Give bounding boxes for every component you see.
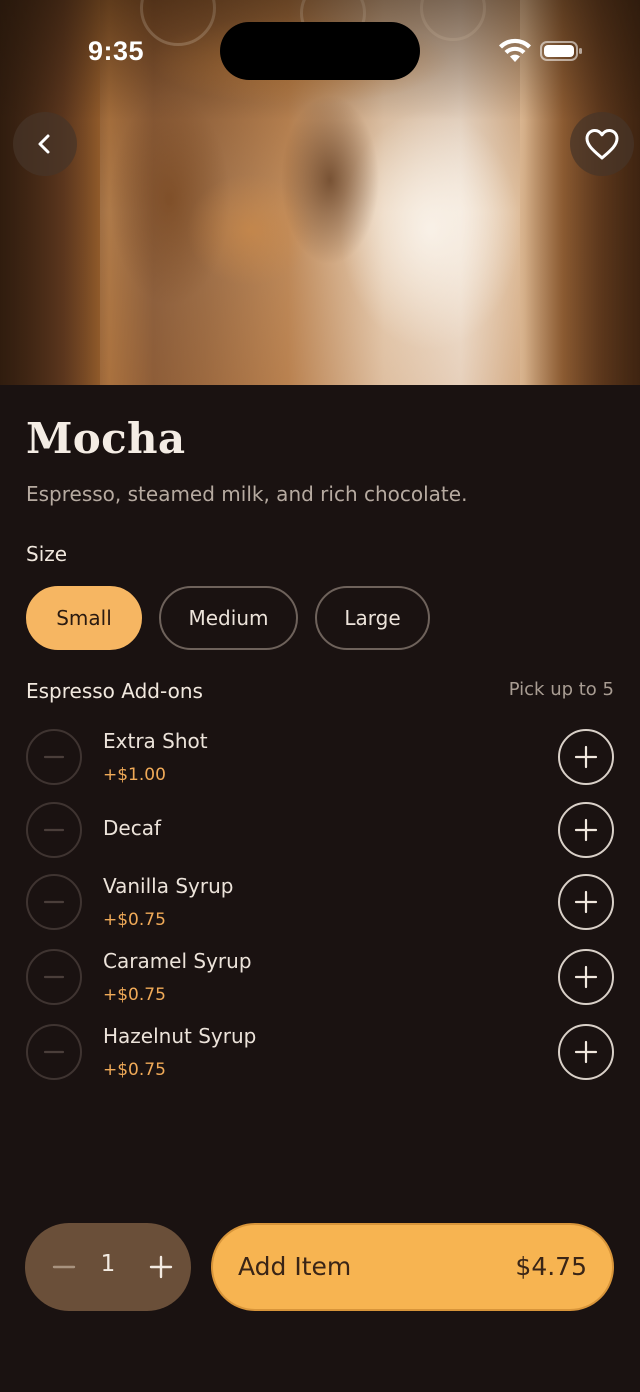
back-button[interactable]: [13, 112, 77, 176]
minus-icon: [43, 755, 65, 759]
battery-icon: [540, 41, 582, 61]
chevron-left-icon: [38, 134, 50, 154]
size-section-label: Size: [26, 542, 68, 566]
plus-icon: [574, 818, 598, 842]
addon-name: Vanilla Syrup: [103, 874, 234, 898]
status-time: 9:35: [88, 36, 145, 66]
addon-decrement-button[interactable]: [26, 729, 82, 785]
size-option-large[interactable]: Large: [315, 586, 430, 650]
plus-icon: [149, 1255, 173, 1279]
minus-icon: [43, 900, 65, 904]
addon-decrement-button[interactable]: [26, 802, 82, 858]
addon-name: Caramel Syrup: [103, 949, 252, 973]
addon-name: Hazelnut Syrup: [103, 1024, 257, 1048]
addon-increment-button[interactable]: [558, 729, 614, 785]
product-title: Mocha: [26, 414, 186, 463]
addon-decrement-button[interactable]: [26, 949, 82, 1005]
plus-icon: [574, 965, 598, 989]
minus-icon: [43, 828, 65, 832]
plus-icon: [574, 890, 598, 914]
plus-icon: [574, 1040, 598, 1064]
minus-icon: [43, 975, 65, 979]
size-selector: Small Medium Large: [26, 586, 430, 650]
addon-row-caramel-syrup: Caramel Syrup +$0.75: [26, 949, 614, 1007]
minus-icon: [43, 1050, 65, 1054]
heart-icon: [585, 129, 619, 160]
add-item-label: Add Item: [238, 1252, 352, 1281]
addon-decrement-button[interactable]: [26, 874, 82, 930]
addon-price: +$0.75: [103, 1060, 166, 1080]
addon-row-vanilla-syrup: Vanilla Syrup +$0.75: [26, 874, 614, 932]
addon-name: Extra Shot: [103, 729, 208, 753]
order-total: $4.75: [515, 1252, 587, 1281]
quantity-stepper: 1: [25, 1223, 191, 1311]
add-item-button[interactable]: Add Item $4.75: [211, 1223, 614, 1311]
addon-decrement-button[interactable]: [26, 1024, 82, 1080]
favorite-button[interactable]: [570, 112, 634, 176]
quantity-value: 1: [100, 1251, 116, 1277]
addon-row-decaf: Decaf: [26, 802, 614, 860]
addon-increment-button[interactable]: [558, 874, 614, 930]
addon-row-hazelnut-syrup: Hazelnut Syrup +$0.75: [26, 1024, 614, 1082]
addon-price: +$0.75: [103, 985, 166, 1005]
addon-row-extra-shot: Extra Shot +$1.00: [26, 729, 614, 787]
size-option-small[interactable]: Small: [26, 586, 142, 650]
addons-limit-hint: Pick up to 5: [508, 679, 614, 700]
addon-increment-button[interactable]: [558, 1024, 614, 1080]
addons-section-label: Espresso Add-ons: [26, 679, 203, 703]
size-option-medium[interactable]: Medium: [159, 586, 298, 650]
quantity-increment-button[interactable]: [139, 1245, 183, 1289]
quantity-decrement-button[interactable]: [42, 1245, 86, 1289]
wifi-icon: [499, 38, 531, 62]
addon-price: +$1.00: [103, 765, 166, 785]
dynamic-island: [220, 22, 420, 80]
plus-icon: [574, 745, 598, 769]
product-description: Espresso, steamed milk, and rich chocola…: [26, 482, 468, 506]
addon-increment-button[interactable]: [558, 949, 614, 1005]
addon-name: Decaf: [103, 816, 161, 840]
minus-icon: [52, 1265, 76, 1269]
addon-increment-button[interactable]: [558, 802, 614, 858]
addon-price: +$0.75: [103, 910, 166, 930]
